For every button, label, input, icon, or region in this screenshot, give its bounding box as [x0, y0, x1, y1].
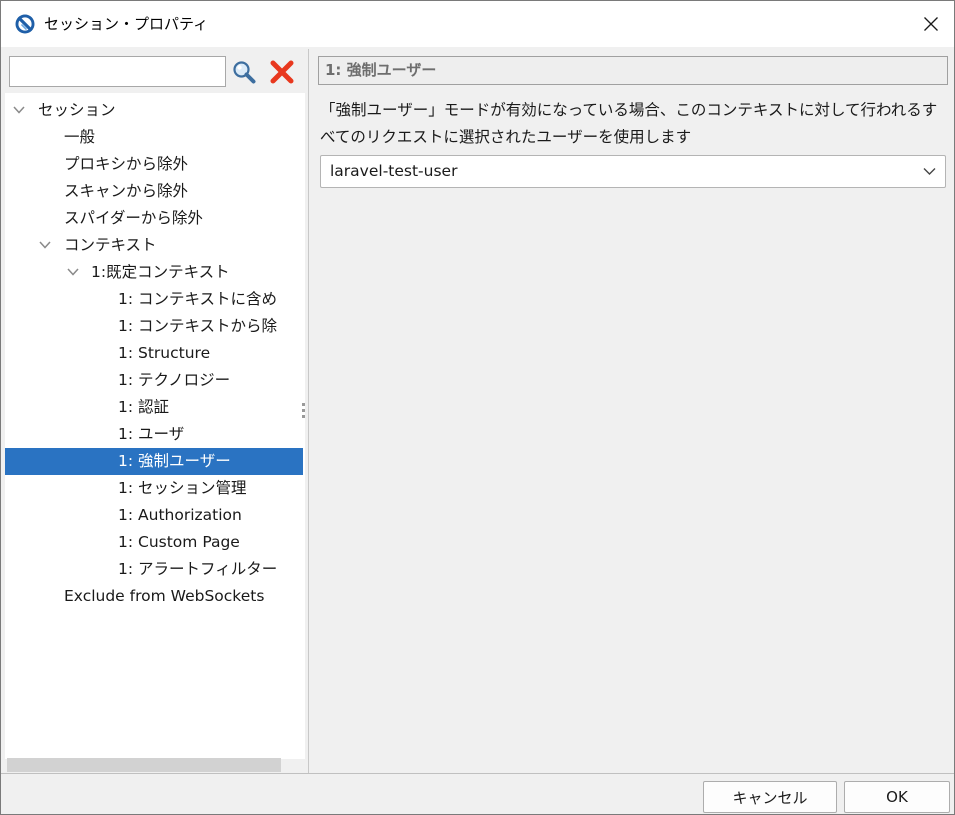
- tree-node-custom-page[interactable]: 1: Custom Page: [5, 529, 303, 556]
- tree-label: コンテキスト: [64, 236, 157, 254]
- app-logo-icon: [15, 14, 35, 34]
- tree-node-structure[interactable]: 1: Structure: [5, 340, 303, 367]
- tree-node-alert-filter[interactable]: 1: アラートフィルター: [5, 556, 303, 583]
- tree-label: セッション: [38, 101, 116, 119]
- tree-node-session[interactable]: セッション: [5, 97, 303, 124]
- tree-node-exclude-spider[interactable]: スパイダーから除外: [5, 205, 303, 232]
- magnifier-icon[interactable]: [231, 59, 257, 85]
- tree-node-general[interactable]: 一般: [5, 124, 303, 151]
- tree-label: Exclude from WebSockets: [64, 587, 265, 605]
- tree-label: スキャンから除外: [64, 182, 189, 200]
- chevron-down-icon: [923, 168, 936, 175]
- tree-node-contexts[interactable]: コンテキスト: [5, 232, 303, 259]
- search-input[interactable]: [9, 56, 226, 87]
- tree-label: 1: セッション管理: [118, 479, 247, 497]
- tree-label: 1: 強制ユーザー: [118, 452, 231, 470]
- tree-panel: セッション 一般 プロキシから除外 スキャンから除外 スパイダーから除外 コンテ…: [5, 49, 305, 773]
- tree-node-default-context[interactable]: 1:既定コンテキスト: [5, 259, 303, 286]
- dialog-button-bar: キャンセル OK: [1, 773, 954, 814]
- tree-label: 1: テクノロジー: [118, 371, 231, 389]
- session-properties-dialog: セッション・プロパティ セッション 一般 プロキシから除外 スキャンから除外 ス…: [0, 0, 955, 815]
- tree-label: 1: 認証: [118, 398, 170, 416]
- close-icon: [924, 17, 938, 31]
- tree-label: 1: アラートフィルター: [118, 560, 278, 578]
- tree-node-exclude-scan[interactable]: スキャンから除外: [5, 178, 303, 205]
- clear-x-icon[interactable]: [269, 59, 295, 85]
- tree-node-exclude-websockets[interactable]: Exclude from WebSockets: [5, 583, 303, 610]
- user-select[interactable]: laravel-test-user: [320, 155, 946, 188]
- session-tree: セッション 一般 プロキシから除外 スキャンから除外 スパイダーから除外 コンテ…: [5, 93, 305, 759]
- tree-label: 1: ユーザ: [118, 425, 185, 443]
- title-bar[interactable]: セッション・プロパティ: [1, 1, 954, 47]
- tree-node-forced-user[interactable]: 1: 強制ユーザー: [5, 448, 303, 475]
- tree-node-authorization[interactable]: 1: Authorization: [5, 502, 303, 529]
- tree-label: プロキシから除外: [64, 155, 189, 173]
- chevron-down-icon[interactable]: [67, 267, 79, 277]
- tree-label: 1:既定コンテキスト: [91, 263, 230, 281]
- splitter-grip-icon[interactable]: [302, 402, 306, 420]
- tree-label: 1: コンテキストに含め: [118, 290, 278, 308]
- user-select-value: laravel-test-user: [330, 162, 458, 180]
- tree-label: 1: Custom Page: [118, 533, 240, 551]
- tree-label: 1: Authorization: [118, 506, 242, 524]
- chevron-down-icon[interactable]: [39, 240, 51, 250]
- close-button[interactable]: [908, 1, 954, 47]
- tree-node-exclude-from-context[interactable]: 1: コンテキストから除: [5, 313, 303, 340]
- tree-node-exclude-proxy[interactable]: プロキシから除外: [5, 151, 303, 178]
- tree-label: 1: Structure: [118, 344, 211, 362]
- forced-user-description: 「強制ユーザー」モードが有効になっている場合、このコンテキストに対して行われるす…: [320, 101, 938, 146]
- tree-node-authentication[interactable]: 1: 認証: [5, 394, 303, 421]
- window-title: セッション・プロパティ: [44, 15, 209, 33]
- tree-node-include-in-context[interactable]: 1: コンテキストに含め: [5, 286, 303, 313]
- tree-label: 一般: [64, 128, 96, 146]
- tree-node-session-management[interactable]: 1: セッション管理: [5, 475, 303, 502]
- ok-button[interactable]: OK: [844, 781, 950, 813]
- tree-label: スパイダーから除外: [64, 209, 203, 227]
- properties-panel: 1: 強制ユーザー 「強制ユーザー」モードが有効になっている場合、このコンテキス…: [310, 49, 952, 773]
- horizontal-scrollbar-thumb[interactable]: [7, 758, 281, 772]
- tree-node-technology[interactable]: 1: テクノロジー: [5, 367, 303, 394]
- chevron-down-icon[interactable]: [13, 105, 25, 115]
- tree-label: 1: コンテキストから除: [118, 317, 278, 335]
- search-bar: [5, 49, 305, 93]
- panel-header: 1: 強制ユーザー: [318, 56, 948, 85]
- cancel-button[interactable]: キャンセル: [703, 781, 837, 813]
- tree-node-users[interactable]: 1: ユーザ: [5, 421, 303, 448]
